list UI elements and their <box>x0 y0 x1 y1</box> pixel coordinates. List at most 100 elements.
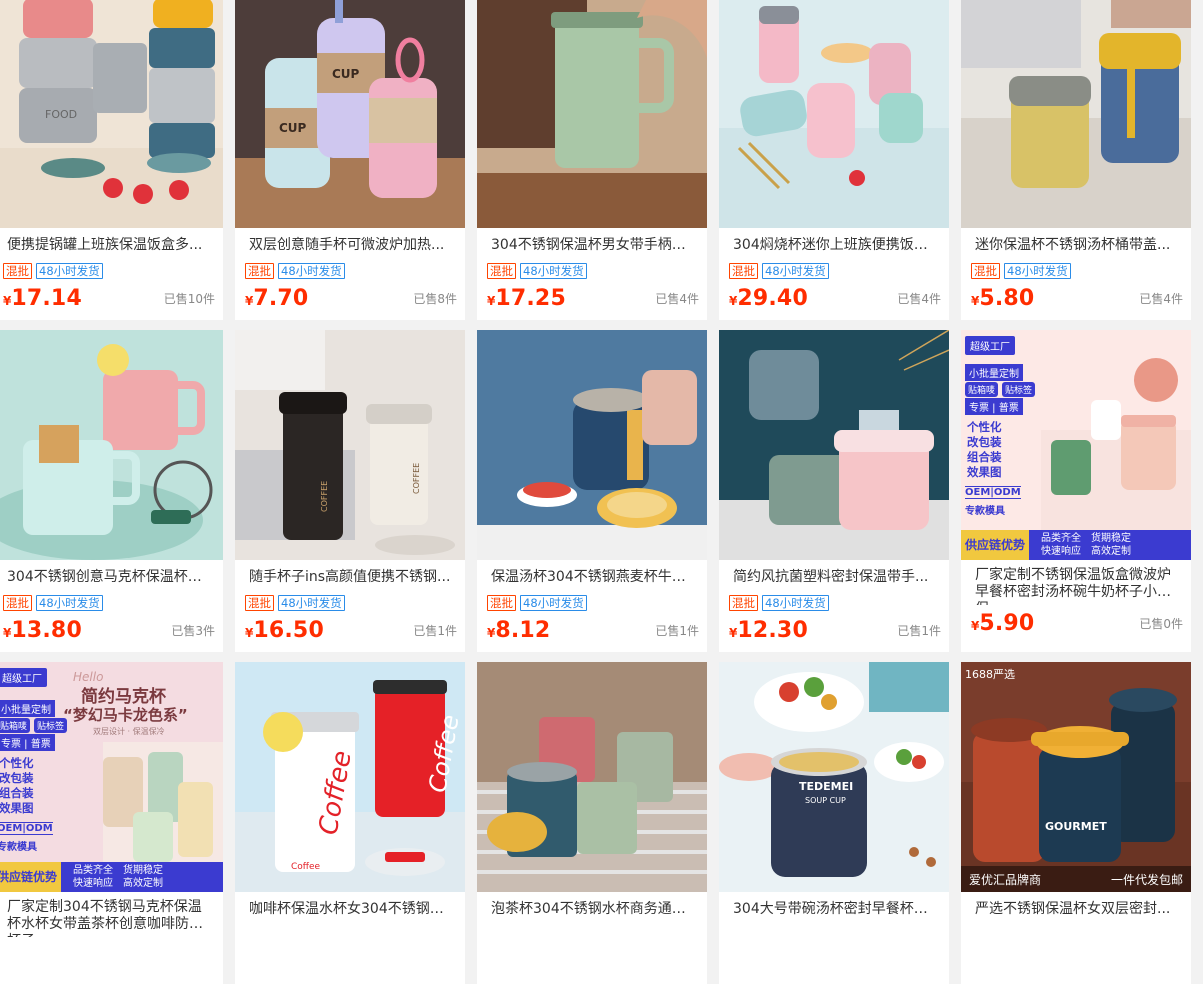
sold-count: 已售1件 <box>655 624 699 638</box>
product-price: ¥13.80 <box>3 618 82 643</box>
product-title[interactable]: 304不锈钢创意马克杯保温杯男... <box>0 560 223 594</box>
price-row: ¥13.80 已售3件 <box>0 618 223 643</box>
cup-print-subtext: SOUP CUP <box>805 796 846 805</box>
price-value: 17.25 <box>495 286 566 311</box>
product-card[interactable]: 泡茶杯304不锈钢水杯商务通用... <box>477 662 707 984</box>
product-price: ¥16.50 <box>245 618 324 643</box>
product-card[interactable]: 保温汤杯304不锈钢燕麦杯牛奶... 混批 48小时发货 ¥8.12 已售1件 <box>477 330 707 652</box>
price-value: 8.12 <box>495 618 551 643</box>
badge-row: 混批 48小时发货 <box>477 262 707 280</box>
product-image[interactable] <box>719 0 949 228</box>
product-title[interactable]: 304不锈钢保温杯男女带手柄保... <box>477 228 707 262</box>
product-title[interactable]: 咖啡杯保温水杯女304不锈钢办... <box>235 892 465 926</box>
mixed-batch-badge: 混批 <box>487 263 516 279</box>
price-row: ¥17.14 已售10件 <box>0 286 223 311</box>
product-card[interactable]: 1688严选 GOURMET 爱优汇品牌商 一件代发包邮 严选不锈钢保温杯女双层密封..… <box>961 662 1191 984</box>
product-title[interactable]: 泡茶杯304不锈钢水杯商务通用... <box>477 892 707 926</box>
product-grid: FOOD 便携提锅罐上班族保温饭盒多... 混批 48小时发货 ¥17.14 已售1… <box>0 0 1191 984</box>
shipping-badge: 48小时发货 <box>36 263 103 279</box>
badge-row: 混批 48小时发货 <box>477 594 707 612</box>
mixed-batch-badge: 混批 <box>245 263 274 279</box>
product-card[interactable]: 超级工厂 Hello 简约马克杯 “梦幻马卡龙色系” 双层设计 · 保温保冷 小批量定制 … <box>0 662 223 984</box>
selection-badge: 1688严选 <box>965 668 1015 681</box>
service-list: 个性化 改包装 组合装 效果图 <box>0 756 34 815</box>
product-title[interactable]: 便携提锅罐上班族保温饭盒多... <box>0 228 223 262</box>
mold-label: 专款模具 <box>0 842 37 853</box>
product-card[interactable]: TEDEMEI SOUP CUP 304大号带碗汤杯密封早餐杯学... <box>719 662 949 984</box>
product-card[interactable]: 304不锈钢保温杯男女带手柄保... 混批 48小时发货 ¥17.25 已售4件 <box>477 0 707 320</box>
price-value: 7.70 <box>253 286 309 311</box>
shipping-badge: 48小时发货 <box>278 595 345 611</box>
svg-text:FOOD: FOOD <box>45 108 77 121</box>
sold-count: 已售3件 <box>171 624 215 638</box>
product-price: ¥8.12 <box>487 618 550 643</box>
product-card[interactable]: 304不锈钢创意马克杯保温杯男... 混批 48小时发货 ¥13.80 已售3件 <box>0 330 223 652</box>
service-list: 个性化 改包装 组合装 效果图 <box>967 420 1002 479</box>
shipping-badge: 48小时发货 <box>520 263 587 279</box>
shipping-badge: 48小时发货 <box>36 595 103 611</box>
mixed-batch-badge: 混批 <box>971 263 1000 279</box>
product-image[interactable] <box>961 0 1191 228</box>
price-row: ¥8.12 已售1件 <box>477 618 707 643</box>
product-title[interactable]: 迷你保温杯不锈钢汤杯桶带盖... <box>961 228 1191 262</box>
svg-text:COFFEE: COFFEE <box>320 481 329 512</box>
product-card[interactable]: Coffee Coffee Coffee 咖啡杯保温水杯女304不锈钢办... <box>235 662 465 984</box>
mixed-batch-badge: 混批 <box>487 595 516 611</box>
mold-label: 专款模具 <box>965 506 1005 517</box>
product-price: ¥29.40 <box>729 286 808 311</box>
mixed-batch-badge: 混批 <box>3 263 32 279</box>
product-image[interactable]: 1688严选 GOURMET 爱优汇品牌商 一件代发包邮 <box>961 662 1191 892</box>
product-card[interactable]: CUP CUP 双层创意随手杯可微波炉加热... 混批 48小时发货 ¥7.70 已… <box>235 0 465 320</box>
product-title[interactable]: 简约风抗菌塑料密封保温带手... <box>719 560 949 594</box>
brand-banner: 超级工厂 <box>965 336 1015 355</box>
price-row: ¥17.25 已售4件 <box>477 286 707 311</box>
price-value: 12.30 <box>737 618 808 643</box>
badge-row: 混批 48小时发货 <box>235 594 465 612</box>
product-title[interactable]: 厂家定制不锈钢保温饭盒微波炉早餐杯密封汤杯碗牛奶杯子小保... <box>961 560 1191 605</box>
product-card[interactable]: 超级工厂 小批量定制 贴箱唛 贴标签 专票 | 普票 个性化 改包装 组合装 效果图 OE… <box>961 330 1191 652</box>
sold-count: 已售4件 <box>1139 292 1183 306</box>
shipping-badge: 48小时发货 <box>1004 263 1071 279</box>
price-value: 29.40 <box>737 286 808 311</box>
product-card[interactable]: COFFEE COFFEE 随手杯子ins高颜值便携不锈钢... 混批 48小时发… <box>235 330 465 652</box>
label-tags: 贴箱唛 贴标签 <box>965 382 1036 397</box>
promo-subhead: “梦幻马卡龙色系” <box>63 706 188 724</box>
product-card[interactable]: 304焖烧杯迷你上班族便携饭盒... 混批 48小时发货 ¥29.40 已售4件 <box>719 0 949 320</box>
price-row: ¥16.50 已售1件 <box>235 618 465 643</box>
product-image[interactable] <box>0 330 223 560</box>
product-title[interactable]: 随手杯子ins高颜值便携不锈钢... <box>235 560 465 594</box>
product-image[interactable] <box>477 662 707 892</box>
svg-text:COFFEE: COFFEE <box>412 463 421 494</box>
invoice-tags: 专票 | 普票 <box>965 398 1023 415</box>
product-card[interactable]: 迷你保温杯不锈钢汤杯桶带盖... 混批 48小时发货 ¥5.80 已售4件 <box>961 0 1191 320</box>
product-title[interactable]: 严选不锈钢保温杯女双层密封... <box>961 892 1191 926</box>
product-image[interactable]: CUP CUP <box>235 0 465 228</box>
product-image[interactable]: FOOD <box>0 0 223 228</box>
product-image[interactable]: 超级工厂 小批量定制 贴箱唛 贴标签 专票 | 普票 个性化 改包装 组合装 效果图 OE… <box>961 330 1191 560</box>
product-image[interactable] <box>719 330 949 560</box>
product-image[interactable]: 超级工厂 Hello 简约马克杯 “梦幻马卡龙色系” 双层设计 · 保温保冷 小批量定制 … <box>0 662 223 892</box>
product-image[interactable]: Coffee Coffee Coffee <box>235 662 465 892</box>
product-card[interactable]: 简约风抗菌塑料密封保温带手... 混批 48小时发货 ¥12.30 已售1件 <box>719 330 949 652</box>
product-price: ¥5.80 <box>971 286 1034 311</box>
badge-row: 混批 48小时发货 <box>0 594 223 612</box>
invoice-tags: 专票 | 普票 <box>0 734 55 751</box>
price-row: ¥7.70 已售8件 <box>235 286 465 311</box>
badge-row: 混批 48小时发货 <box>961 262 1191 280</box>
svg-text:CUP: CUP <box>332 67 360 81</box>
oem-label: OEM|ODM <box>965 486 1021 499</box>
product-title[interactable]: 304焖烧杯迷你上班族便携饭盒... <box>719 228 949 262</box>
price-row: ¥5.90 已售0件 <box>961 611 1191 636</box>
product-title[interactable]: 保温汤杯304不锈钢燕麦杯牛奶... <box>477 560 707 594</box>
product-title[interactable]: 双层创意随手杯可微波炉加热... <box>235 228 465 262</box>
product-image[interactable]: COFFEE COFFEE <box>235 330 465 560</box>
brand-banner: 超级工厂 <box>0 668 47 687</box>
sold-count: 已售1件 <box>897 624 941 638</box>
product-title[interactable]: 304大号带碗汤杯密封早餐杯学... <box>719 892 949 926</box>
product-image[interactable] <box>477 0 707 228</box>
product-image[interactable] <box>477 330 707 560</box>
badge-row: 混批 48小时发货 <box>235 262 465 280</box>
badge-row: 混批 48小时发货 <box>719 262 949 280</box>
product-card[interactable]: FOOD 便携提锅罐上班族保温饭盒多... 混批 48小时发货 ¥17.14 已售1… <box>0 0 223 320</box>
product-image[interactable]: TEDEMEI SOUP CUP <box>719 662 949 892</box>
